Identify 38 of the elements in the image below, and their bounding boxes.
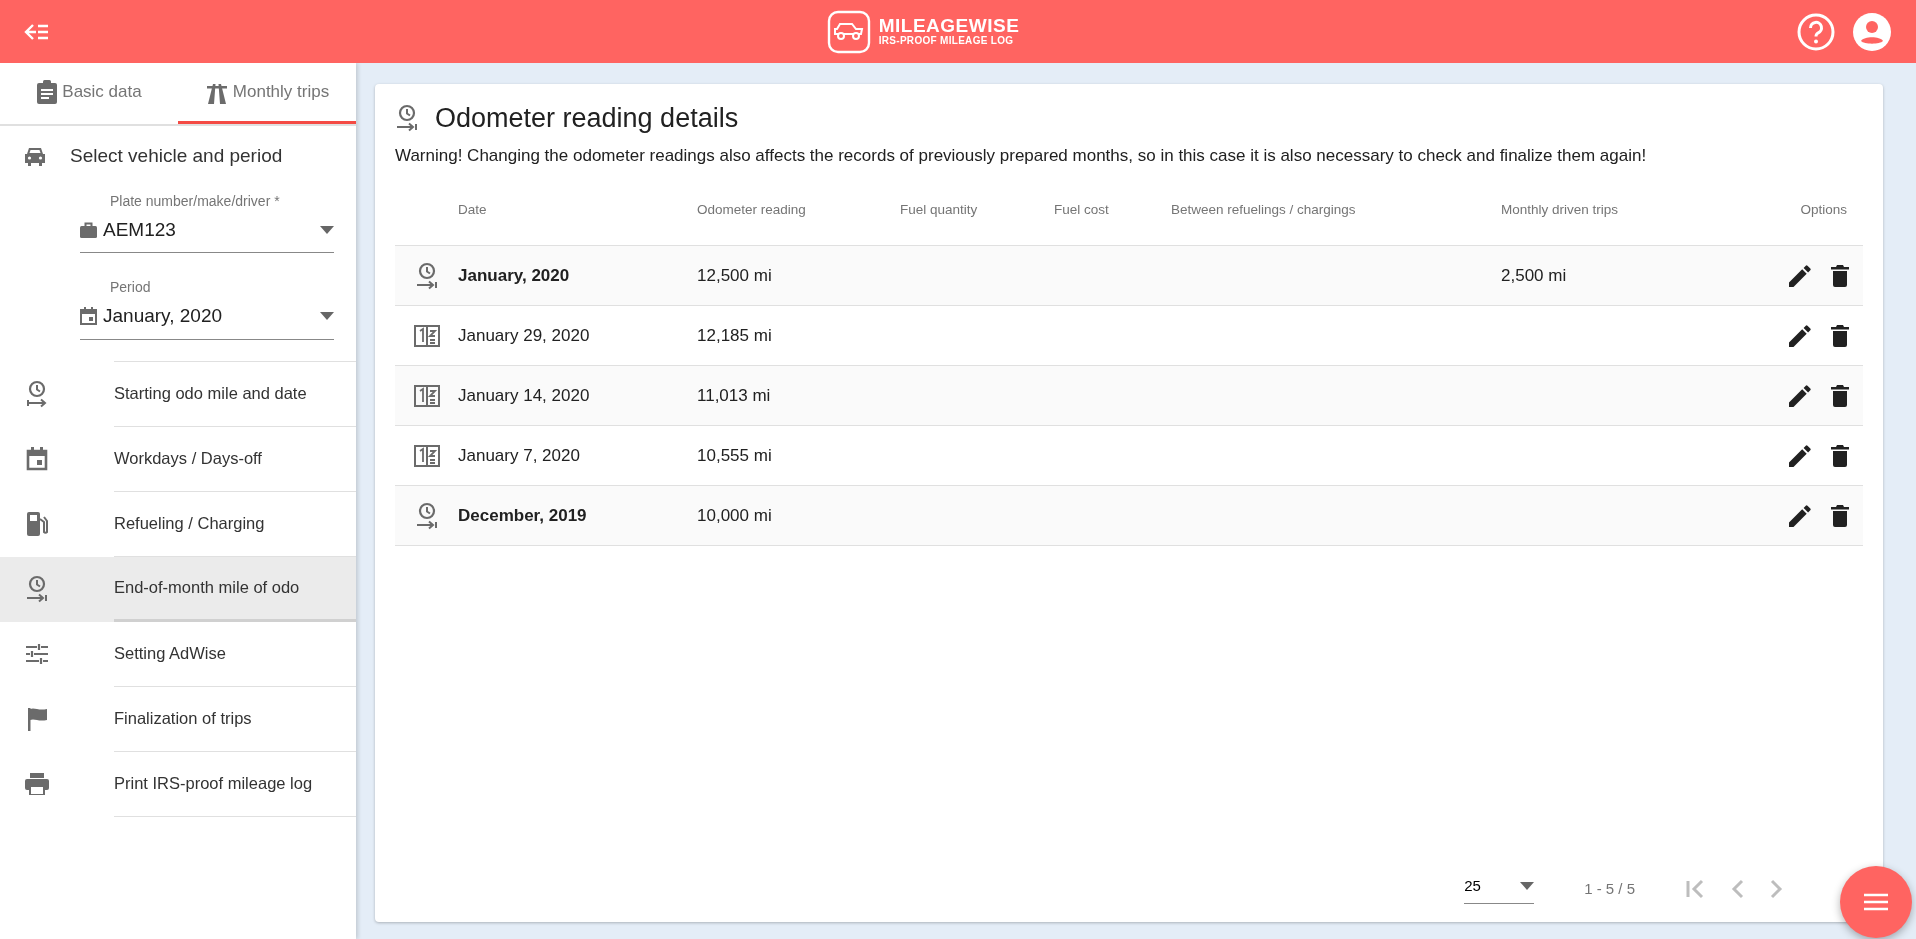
table-cell-text: 10,555 mi — [697, 444, 773, 467]
table-cell-text: 12,500 mi — [697, 264, 773, 287]
sidebar-item[interactable]: Print IRS-proof mileage log — [0, 751, 356, 817]
column-header: Date — [458, 201, 488, 220]
sidebar-item[interactable]: Finalization of trips — [0, 686, 356, 752]
column-header: Fuel quantity — [900, 201, 979, 220]
column-header: Between refuelings / chargings — [1171, 201, 1357, 220]
table-cell-text: January 29, 2020 — [458, 324, 591, 347]
field-label: Period — [110, 278, 152, 297]
column-header: Odometer reading — [697, 201, 807, 220]
sidebar-item[interactable]: Starting odo mile and date — [0, 361, 356, 427]
column-header: Options — [1799, 201, 1848, 220]
sidebar-tab[interactable]: Monthly trips — [178, 63, 356, 124]
sidebar-tab[interactable]: Basic data — [0, 63, 178, 124]
sidebar-item[interactable]: Setting AdWise — [0, 621, 356, 687]
sidebar-item[interactable]: Workdays / Days-off — [0, 426, 356, 492]
page-size-select[interactable]: 25 — [1464, 874, 1535, 904]
select-field[interactable]: January, 2020 — [80, 298, 334, 340]
warning-text: Warning! Changing the odometer readings also affects the records of previously prepared months, so in this case it is also necessary to check and finalize them again! — [395, 144, 1648, 167]
page-range: 1 - 5 / 5 — [1584, 879, 1635, 899]
column-header: Fuel cost — [1054, 201, 1110, 220]
table-cell-text: 12,185 mi — [697, 324, 773, 347]
logo-title: MILEAGEWISE — [878, 16, 1020, 35]
select-field[interactable]: AEM123 — [80, 211, 334, 253]
table-cell-text: January 7, 2020 — [458, 444, 581, 467]
field-label: Plate number/make/driver * — [110, 191, 281, 211]
sidebar-item[interactable]: End-of-month mile of odo — [0, 556, 356, 622]
table-cell-text: 11,013 mi — [697, 384, 772, 407]
page-title: Odometer reading details — [435, 102, 739, 135]
column-header: Monthly driven trips — [1501, 201, 1620, 220]
logo-subtitle: IRS-PROOF MILEAGE LOG — [878, 35, 1015, 47]
table-cell-text: 10,000 mi — [697, 504, 773, 527]
table-cell-text: 2,500 mi — [1501, 264, 1568, 287]
table-cell-text: January, 2020 — [458, 264, 571, 287]
table-cell-text: January 14, 2020 — [458, 384, 591, 407]
table-cell-text: December, 2019 — [458, 504, 588, 527]
sidebar-item[interactable]: Refueling / Charging — [0, 491, 356, 557]
section-title: Select vehicle and period — [70, 144, 283, 168]
